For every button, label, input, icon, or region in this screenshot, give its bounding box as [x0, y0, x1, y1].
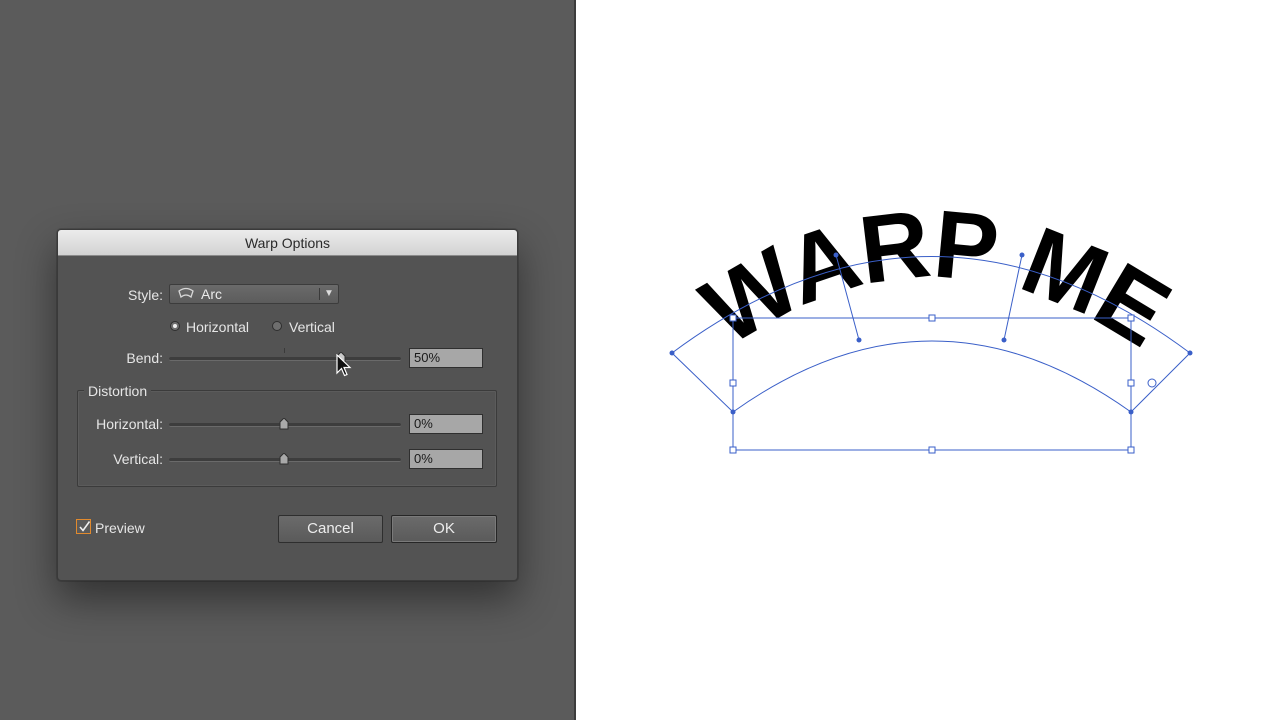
preview-checkbox[interactable] [76, 519, 91, 534]
bend-value-field[interactable]: 50% [409, 348, 483, 368]
style-dropdown[interactable]: Arc ▼ [169, 284, 339, 304]
artboard[interactable]: WARP ME [576, 0, 1280, 720]
warp-options-dialog: Warp Options Style: Arc ▼ Horizontal Ver… [57, 229, 518, 581]
distortion-vertical-label: Vertical: [113, 451, 163, 467]
preview-label[interactable]: Preview [95, 519, 145, 537]
cancel-button[interactable]: Cancel [278, 515, 383, 543]
dialog-title[interactable]: Warp Options [58, 230, 517, 256]
bounding-box[interactable] [732, 317, 1132, 451]
arc-warp-icon [178, 287, 194, 299]
selection-handles[interactable] [729, 314, 1135, 454]
bend-label: Bend: [126, 350, 163, 366]
dropdown-separator [319, 288, 320, 300]
distortion-group [77, 390, 497, 487]
ok-button[interactable]: OK [391, 515, 497, 543]
distortion-horizontal-field[interactable]: 0% [409, 414, 483, 434]
mouse-cursor-icon [336, 354, 352, 377]
chevron-down-icon: ▼ [324, 288, 334, 299]
distortion-title: Distortion [84, 383, 152, 399]
vertical-radio-label[interactable]: Vertical [289, 318, 335, 336]
bend-slider-center-tick [284, 348, 285, 353]
horizontal-radio-label[interactable]: Horizontal [186, 318, 249, 336]
warped-text[interactable]: WARP ME [685, 190, 1188, 366]
distortion-horizontal-label: Horizontal: [96, 416, 163, 432]
bend-slider-track[interactable] [169, 357, 401, 361]
checkmark-icon [79, 521, 91, 532]
artwork-canvas: WARP ME [669, 190, 1193, 454]
center-point[interactable] [1147, 378, 1157, 388]
style-label: Style: [127, 287, 163, 303]
style-value: Arc [201, 286, 222, 302]
distortion-vertical-field[interactable]: 0% [409, 449, 483, 469]
horizontal-radio[interactable] [170, 321, 180, 331]
vertical-radio[interactable] [272, 321, 282, 331]
